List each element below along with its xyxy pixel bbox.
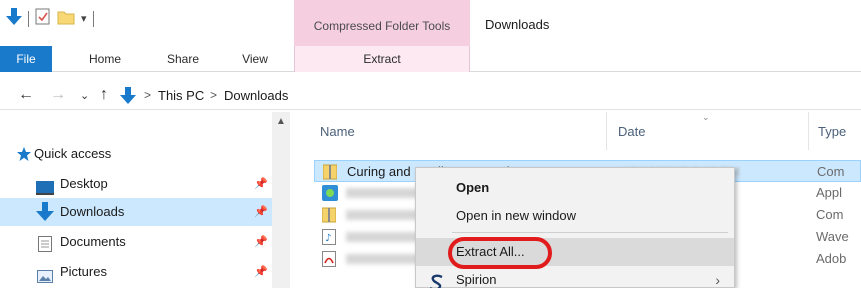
column-header-date[interactable]: Date (618, 124, 645, 139)
tab-view[interactable]: View (232, 46, 278, 72)
window-title: Downloads (485, 17, 550, 32)
documents-icon (38, 234, 52, 252)
tab-file[interactable]: File (0, 46, 52, 72)
context-group-label: Compressed Folder Tools (313, 19, 451, 33)
pdf-icon (322, 251, 336, 267)
file-type: Com (817, 164, 845, 179)
download-arrow-icon (36, 202, 54, 221)
menu-separator (452, 232, 728, 233)
sidebar-item-label: Documents (60, 234, 126, 249)
menu-item-label: Spirion (456, 272, 497, 287)
breadcrumb-this-pc[interactable]: This PC (158, 88, 204, 103)
star-icon (16, 146, 32, 168)
menu-item-label: Open in new window (456, 208, 576, 223)
file-type: Appl (816, 185, 843, 200)
pictures-icon (37, 265, 53, 283)
sidebar-item-label: Desktop (60, 176, 108, 191)
sidebar-item-desktop[interactable]: Desktop 📌 (0, 170, 272, 198)
context-menu: Open Open in new window Extract All... S… (415, 167, 735, 288)
properties-icon[interactable] (35, 8, 51, 29)
recent-locations-chevron-icon[interactable]: ⌄ (80, 89, 89, 102)
file-type: Adob (816, 251, 847, 266)
audio-file-icon: ♪ (322, 229, 336, 245)
pin-icon[interactable]: 📌 (254, 170, 268, 198)
pin-icon[interactable]: 📌 (254, 198, 268, 226)
pin-icon[interactable]: 📌 (254, 228, 268, 256)
zip-folder-icon (322, 164, 338, 180)
tab-extract[interactable]: Extract (294, 46, 470, 72)
downloads-location-icon (120, 87, 136, 108)
pin-icon[interactable]: 📌 (254, 258, 268, 286)
scroll-up-icon[interactable]: ▲ (276, 116, 286, 127)
submenu-arrow-icon: › (715, 272, 720, 288)
menu-item-spirion[interactable]: Spirion › (416, 266, 734, 288)
customize-toolbar-icon[interactable]: ▾ (81, 12, 87, 25)
toolbar-separator (28, 10, 29, 27)
navigation-scrollbar[interactable]: ▲ (272, 112, 290, 288)
column-header-name[interactable]: Name (320, 124, 355, 139)
menu-item-label: Open (456, 180, 490, 195)
desktop-icon (36, 177, 54, 195)
new-folder-icon[interactable] (57, 9, 75, 28)
sidebar-item-pictures[interactable]: Pictures 📌 (0, 258, 272, 286)
sidebar-item-downloads[interactable]: Downloads 📌 (0, 198, 272, 226)
forward-arrow-icon[interactable]: → (50, 86, 66, 104)
quick-access-label: Quick access (34, 146, 112, 161)
breadcrumb-separator: > (144, 88, 152, 102)
sidebar-item-label: Downloads (60, 204, 125, 219)
up-arrow-icon[interactable]: ↑ (100, 86, 108, 104)
ribbon-tabs: File Home Share View Extract (0, 46, 861, 72)
menu-item-open[interactable]: Open (416, 174, 734, 202)
title-bar: ▾ Compressed Folder Tools Downloads (0, 0, 861, 46)
zip-folder-icon (321, 207, 337, 223)
sort-chevron-icon: ⌄ (702, 112, 710, 122)
toolbar-separator (92, 10, 94, 27)
download-arrow-icon[interactable] (6, 8, 22, 29)
tab-share[interactable]: Share (157, 46, 209, 72)
menu-item-open-in-new-window[interactable]: Open in new window (416, 202, 734, 230)
tab-home[interactable]: Home (78, 46, 132, 72)
navigation-pane: Quick access Desktop 📌 Downloads 📌 Docum… (0, 112, 290, 288)
app-icon (322, 185, 338, 201)
quick-access-toolbar: ▾ (6, 8, 94, 29)
sidebar-item-documents[interactable]: Documents 📌 (0, 228, 272, 256)
sidebar-item-label: Pictures (60, 264, 107, 279)
file-type: Wave (816, 229, 849, 244)
address-bar: ← → ⌄ ↑ > This PC > Downloads (0, 82, 861, 110)
file-type: Com (816, 207, 844, 222)
column-divider[interactable] (808, 112, 809, 150)
spirion-icon (428, 272, 446, 288)
highlight-annotation-ring (448, 237, 552, 269)
svg-text:♪: ♪ (325, 233, 331, 244)
breadcrumb-separator: > (210, 88, 218, 102)
column-divider[interactable] (606, 112, 607, 150)
breadcrumb-downloads[interactable]: Downloads (224, 88, 288, 103)
back-arrow-icon[interactable]: ← (18, 86, 34, 104)
column-header-type[interactable]: Type (818, 124, 846, 139)
